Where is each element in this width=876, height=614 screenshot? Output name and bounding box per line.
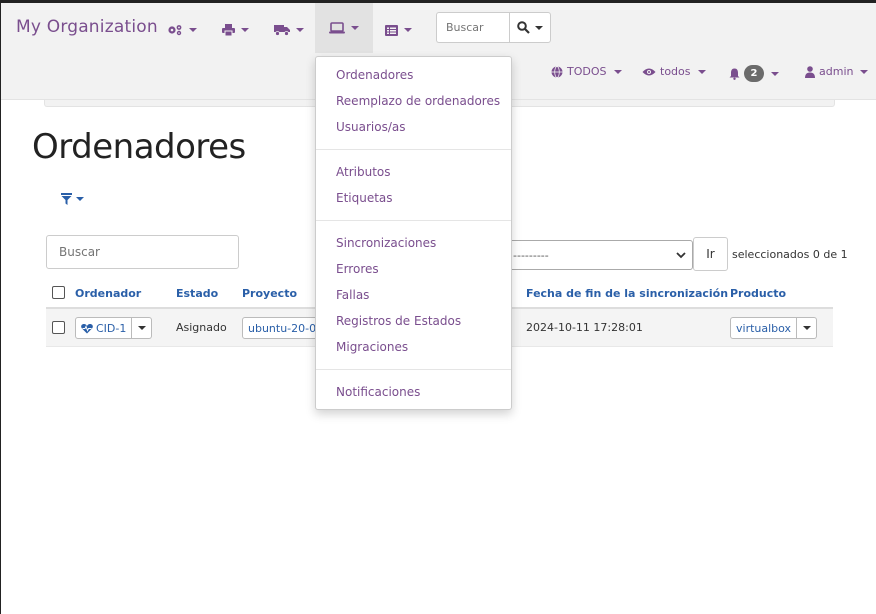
user-icon xyxy=(805,65,815,78)
notifications-badge: 2 xyxy=(744,65,764,82)
menu-item-status-logs[interactable]: Registros de Estados xyxy=(336,314,461,328)
filter-button[interactable] xyxy=(61,193,84,205)
computer-cell: CID-1 xyxy=(75,317,153,339)
header-status[interactable]: Estado xyxy=(176,287,218,300)
computers-dropdown-menu: Ordenadores Reemplazo de ordenadores Usu… xyxy=(315,56,512,410)
eye-icon xyxy=(642,68,656,75)
list-icon xyxy=(385,24,398,36)
nav-list-menu[interactable] xyxy=(385,15,412,45)
header-sync-end[interactable]: Fecha de fin de la sincronización xyxy=(526,287,728,300)
table-search-input[interactable] xyxy=(46,235,239,269)
menu-item-faults[interactable]: Fallas xyxy=(336,288,369,302)
page-title: Ordenadores xyxy=(32,127,246,167)
brand-title[interactable]: My Organization xyxy=(16,17,158,37)
bell-icon xyxy=(729,68,740,80)
header-computer[interactable]: Ordenador xyxy=(75,287,141,300)
computer-actions-toggle[interactable] xyxy=(132,317,153,339)
computer-link[interactable]: CID-1 xyxy=(75,317,133,339)
nav-printer-menu[interactable] xyxy=(222,15,249,45)
menu-divider xyxy=(316,149,511,150)
sync-end-cell: 2024-10-11 17:28:01 xyxy=(526,321,643,334)
menu-divider xyxy=(316,369,511,370)
go-button[interactable]: Ir xyxy=(693,237,728,271)
menu-divider xyxy=(316,220,511,221)
action-select[interactable]: --------- xyxy=(506,240,693,270)
menu-item-computers[interactable]: Ordenadores xyxy=(336,68,413,82)
menu-item-computer-replacement[interactable]: Reemplazo de ordenadores xyxy=(336,94,500,108)
menu-item-synchronizations[interactable]: Sincronizaciones xyxy=(336,236,436,250)
cogs-icon xyxy=(168,25,182,36)
status-cell: Asignado xyxy=(176,321,227,334)
menu-item-migrations[interactable]: Migraciones xyxy=(336,340,408,354)
lineage-label: TODOS xyxy=(567,65,607,78)
header-project[interactable]: Proyecto xyxy=(242,287,297,300)
select-all-checkbox[interactable] xyxy=(52,286,65,299)
computer-id: CID-1 xyxy=(96,321,127,335)
visibility-label: todos xyxy=(660,65,691,78)
truck-icon xyxy=(274,25,290,36)
search-icon xyxy=(517,21,530,34)
nav-truck-menu[interactable] xyxy=(274,15,304,45)
product-name: virtualbox xyxy=(736,321,792,335)
menu-item-errors[interactable]: Errores xyxy=(336,262,379,276)
user-menu[interactable]: admin xyxy=(805,65,869,78)
global-search-input[interactable] xyxy=(436,12,509,43)
global-search xyxy=(436,12,551,43)
product-cell: virtualbox xyxy=(730,317,818,339)
heartbeat-icon xyxy=(81,323,93,333)
project-name: ubuntu-20-04 xyxy=(248,321,324,335)
globe-icon xyxy=(551,65,563,78)
selected-count: seleccionados 0 de 1 xyxy=(732,248,848,261)
menu-item-notifications[interactable]: Notificaciones xyxy=(336,385,420,399)
nav-cogs-menu[interactable] xyxy=(167,15,197,45)
header-product[interactable]: Producto xyxy=(730,287,786,300)
notifications-menu[interactable]: 2 xyxy=(729,65,779,82)
nav-computers-menu[interactable] xyxy=(315,3,373,53)
chevron-down-icon xyxy=(676,251,686,258)
lineage-selector[interactable]: TODOS xyxy=(551,65,622,78)
laptop-icon xyxy=(329,22,345,34)
menu-item-users[interactable]: Usuarios/as xyxy=(336,120,406,134)
visibility-selector[interactable]: todos xyxy=(642,65,706,78)
action-select-value: --------- xyxy=(513,248,549,262)
menu-item-tags[interactable]: Etiquetas xyxy=(336,191,393,205)
user-label: admin xyxy=(819,65,854,78)
product-actions-toggle[interactable] xyxy=(797,317,818,339)
menu-item-attributes[interactable]: Atributos xyxy=(336,165,391,179)
global-search-button[interactable] xyxy=(509,12,551,43)
printer-icon xyxy=(222,24,235,36)
product-link[interactable]: virtualbox xyxy=(730,317,798,339)
row-checkbox[interactable] xyxy=(52,321,65,334)
filter-icon xyxy=(61,193,72,205)
